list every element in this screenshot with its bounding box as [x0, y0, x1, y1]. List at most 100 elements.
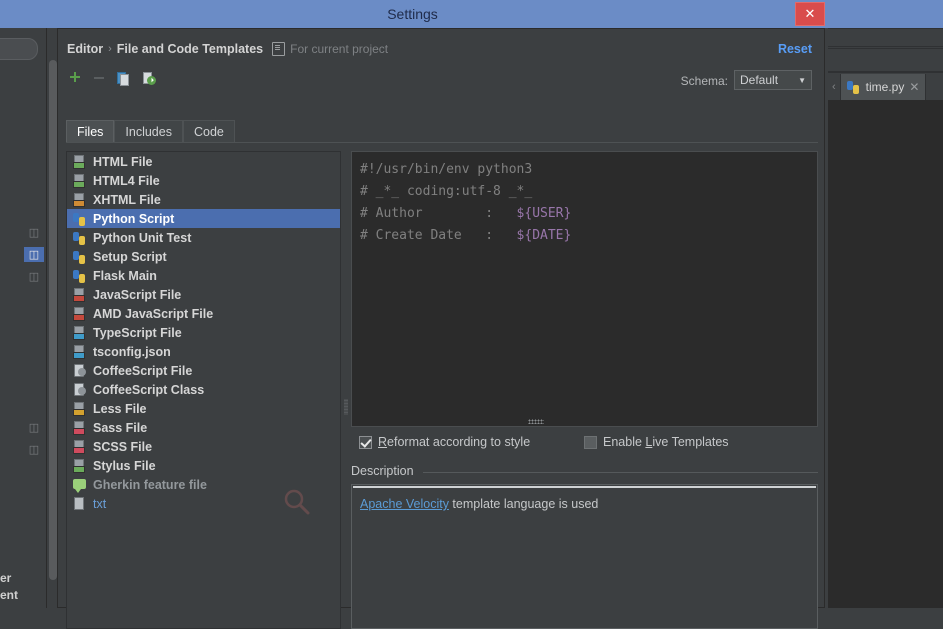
list-item-label: Less File: [93, 401, 147, 416]
python-file-icon: [73, 212, 87, 226]
schema-select[interactable]: Default ▼: [734, 70, 812, 90]
schema-select-value: Default: [740, 73, 779, 87]
list-item[interactable]: CoffeeScript File: [67, 361, 340, 380]
tabs-underline: [66, 142, 818, 143]
live-templates-checkbox-label: Enable Live Templates: [603, 435, 729, 449]
list-item[interactable]: Stylus File: [67, 456, 340, 475]
xhtml-file-icon: [73, 192, 87, 207]
ide-side-icon-4[interactable]: ◫: [26, 420, 42, 435]
description-text: Apache Velocity template language is use…: [360, 497, 598, 511]
live-templates-checkbox[interactable]: Enable Live Templates: [584, 435, 729, 449]
ide-left-toolwindow-strip: [0, 28, 47, 608]
list-item-label: HTML4 File: [93, 173, 160, 188]
close-icon[interactable]: ✕: [909, 80, 919, 94]
code-line-text: #!/usr/bin/env python3: [360, 162, 533, 177]
ide-scrollbar-thumb[interactable]: [49, 60, 57, 580]
ide-editor-area[interactable]: [828, 100, 943, 608]
list-item[interactable]: XHTML File: [67, 190, 340, 209]
copy-icon: [116, 71, 129, 86]
description-group-rule: [423, 472, 818, 473]
description-box[interactable]: Apache Velocity template language is use…: [351, 484, 818, 629]
ide-editor-tabbar: ‹ time.py ✕: [828, 72, 943, 102]
remove-template-button[interactable]: [88, 67, 110, 89]
templates-toolbar: Schema: Default ▼: [58, 63, 824, 93]
list-item-label: HTML File: [93, 154, 153, 169]
breadcrumb-item-editor[interactable]: Editor: [67, 42, 103, 56]
template-options-row: Reformat according to style Enable Live …: [353, 432, 818, 456]
breadcrumb-item-file-and-code-templates: File and Code Templates: [116, 42, 264, 56]
gherkin-feature-icon: [73, 478, 87, 493]
tab-files[interactable]: Files: [66, 120, 115, 143]
reformat-checkbox[interactable]: Reformat according to style: [359, 435, 530, 449]
export-icon: [142, 71, 156, 85]
list-item-label: tsconfig.json: [93, 344, 171, 359]
python-file-icon: [73, 250, 87, 264]
ide-bottom-text-line-2: ent: [0, 588, 18, 602]
list-item[interactable]: SCSS File: [67, 437, 340, 456]
ide-bottom-partial-text: er ent: [0, 570, 18, 604]
description-body: template language is used: [448, 497, 599, 511]
window-close-button[interactable]: ✕: [795, 2, 825, 26]
tab-code[interactable]: Code: [182, 120, 235, 143]
chevron-left-icon[interactable]: ‹: [828, 81, 840, 93]
list-item[interactable]: JavaScript File: [67, 285, 340, 304]
template-tabs: Files Includes Code: [66, 119, 235, 143]
typescript-file-icon: [73, 325, 87, 340]
ide-bottom-text-line-1: er: [0, 571, 12, 585]
less-file-icon: [73, 401, 87, 416]
list-item-label: SCSS File: [93, 439, 153, 454]
ide-side-icon-5[interactable]: ◫: [26, 442, 42, 457]
list-item[interactable]: CoffeeScript Class: [67, 380, 340, 399]
ide-side-icon-1[interactable]: ◫: [26, 225, 42, 240]
code-line: # Create Date : ${DATE}: [360, 225, 817, 247]
ide-side-icon-selected[interactable]: ◫: [24, 247, 44, 262]
list-item[interactable]: TypeScript File: [67, 323, 340, 342]
ide-side-icon-3[interactable]: ◫: [26, 269, 42, 284]
ide-divider-2: [828, 46, 943, 47]
python-file-icon: [846, 80, 861, 94]
copy-template-button[interactable]: [112, 67, 134, 89]
checkbox-box-reformat[interactable]: [359, 435, 372, 449]
stylus-file-icon: [73, 458, 87, 473]
ide-side-icon-group-top: ◫ ◫ ◫: [24, 225, 44, 291]
list-item-label: TypeScript File: [93, 325, 182, 340]
list-item[interactable]: Python Script: [67, 209, 340, 228]
list-item-label: CoffeeScript File: [93, 363, 193, 378]
reset-link[interactable]: Reset: [778, 42, 812, 56]
checkbox-box-live-templates[interactable]: [584, 435, 597, 449]
list-item[interactable]: AMD JavaScript File: [67, 304, 340, 323]
list-item-label: JavaScript File: [93, 287, 182, 302]
export-template-button[interactable]: [138, 67, 160, 89]
ide-search-pill[interactable]: [0, 38, 38, 60]
tab-label: Code: [193, 125, 224, 139]
ide-editor-tab-time-py[interactable]: time.py ✕: [839, 74, 927, 100]
list-item[interactable]: Python Unit Test: [67, 228, 340, 247]
code-variable: ${DATE}: [516, 228, 572, 243]
list-item[interactable]: Less File: [67, 399, 340, 418]
coffeescript-icon: [73, 382, 87, 397]
plus-icon: [70, 72, 80, 82]
sass-file-icon: [73, 420, 87, 435]
apache-velocity-link[interactable]: Apache Velocity: [360, 497, 449, 511]
code-line-text: # Author :: [360, 206, 517, 221]
list-item[interactable]: Sass File: [67, 418, 340, 437]
panel-splitter[interactable]: [343, 151, 349, 629]
list-item[interactable]: HTML File: [67, 152, 340, 171]
coffeescript-icon: [73, 363, 87, 378]
list-item[interactable]: Setup Script: [67, 247, 340, 266]
add-template-button[interactable]: [64, 67, 86, 89]
scss-file-icon: [73, 439, 87, 454]
list-item-label: XHTML File: [93, 192, 161, 207]
list-item[interactable]: HTML4 File: [67, 171, 340, 190]
splitter-grip-icon: [344, 399, 348, 415]
breadcrumb-separator: ›: [108, 43, 112, 55]
list-item[interactable]: tsconfig.json: [67, 342, 340, 361]
tab-label: Includes: [125, 125, 172, 139]
tab-includes[interactable]: Includes: [114, 120, 183, 143]
list-item[interactable]: Flask Main: [67, 266, 340, 285]
breadcrumb: Editor › File and Code Templates For cur…: [67, 42, 388, 56]
html-file-icon: [73, 154, 87, 169]
description-box-top-rule: [353, 486, 816, 488]
template-code-editor[interactable]: #!/usr/bin/env python3 # _*_ coding:utf-8…: [351, 151, 818, 427]
template-list[interactable]: HTML File HTML4 File XHTML File Python Scri…: [66, 151, 341, 629]
